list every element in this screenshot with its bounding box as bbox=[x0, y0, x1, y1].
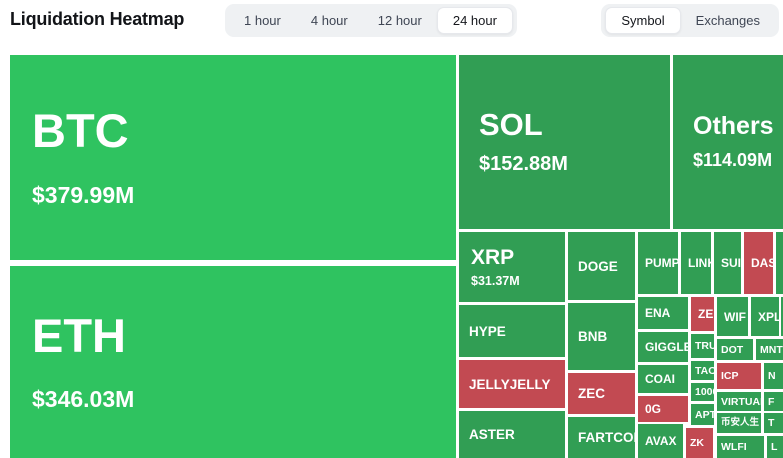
treemap-tile-ena[interactable]: ENA bbox=[638, 297, 688, 329]
treemap-tile-btc[interactable]: BTC $379.99M bbox=[10, 55, 456, 260]
mode-tab-symbol[interactable]: Symbol bbox=[605, 7, 680, 34]
tile-symbol: GIGGLE bbox=[645, 340, 688, 354]
header: Liquidation Heatmap 1 hour4 hour12 hour2… bbox=[0, 0, 783, 46]
treemap-tile-sui[interactable]: SUI bbox=[714, 232, 741, 294]
tile-symbol: BTC bbox=[32, 106, 129, 155]
treemap-tile-wlfi[interactable]: WLFI bbox=[717, 436, 764, 458]
time-tab-24-hour[interactable]: 24 hour bbox=[437, 7, 513, 34]
time-tab-4-hour[interactable]: 4 hour bbox=[296, 7, 363, 34]
tile-symbol: L bbox=[771, 441, 777, 453]
treemap-tile-eth[interactable]: ETH $346.03M bbox=[10, 266, 456, 458]
treemap-tile-1000pepe[interactable]: 1000PEPE bbox=[691, 383, 714, 401]
tile-symbol: APT bbox=[695, 409, 714, 421]
tile-symbol: VIRTUAL bbox=[721, 396, 761, 408]
tile-symbol: 币安人生 bbox=[721, 418, 759, 428]
tile-symbol: ZEC bbox=[578, 386, 605, 401]
tile-symbol: AVAX bbox=[645, 434, 677, 448]
treemap-tile-apt[interactable]: APT bbox=[691, 404, 714, 425]
tile-value: $346.03M bbox=[32, 386, 134, 413]
tile-symbol: XPL bbox=[758, 310, 779, 324]
tile-symbol: COAI bbox=[645, 372, 675, 386]
tile-symbol: SUI bbox=[721, 256, 741, 270]
tile-symbol: JELLYJELLY bbox=[469, 377, 551, 392]
treemap-tile-0g[interactable]: 0G bbox=[638, 396, 688, 422]
tile-symbol: LINK bbox=[688, 256, 711, 270]
time-tab-1-hour[interactable]: 1 hour bbox=[229, 7, 296, 34]
treemap-tile-pump[interactable]: PUMP bbox=[638, 232, 678, 294]
treemap-tile-coai[interactable]: COAI bbox=[638, 365, 688, 393]
tile-symbol: TAO bbox=[695, 365, 714, 377]
treemap-tile-zec[interactable]: ZEC bbox=[568, 373, 635, 414]
tile-symbol: MNT bbox=[760, 344, 783, 356]
tile-symbol: WIF bbox=[724, 310, 746, 324]
treemap-tile-hype[interactable]: HYPE bbox=[459, 305, 565, 357]
page-title: Liquidation Heatmap bbox=[10, 9, 184, 30]
tile-symbol: Others bbox=[693, 113, 774, 141]
treemap-tile-virtual[interactable]: VIRTUAL bbox=[717, 392, 761, 411]
time-tab-12-hour[interactable]: 12 hour bbox=[363, 7, 437, 34]
treemap-tile-fartcoin[interactable]: FARTCOIN bbox=[568, 417, 635, 458]
treemap-tile-icp[interactable]: ICP bbox=[717, 363, 761, 389]
tile-symbol: PUMP bbox=[645, 256, 678, 270]
tile-symbol: T bbox=[768, 417, 774, 429]
tile-symbol: N bbox=[768, 370, 776, 382]
tile-symbol: 1000PEPE bbox=[695, 386, 714, 398]
treemap-tile-doge[interactable]: DOGE bbox=[568, 232, 635, 300]
tile-symbol: ZEN bbox=[698, 307, 714, 321]
tile-symbol: F bbox=[768, 396, 774, 408]
treemap-tile-t[interactable]: T bbox=[764, 413, 783, 433]
tile-symbol: XRP bbox=[471, 246, 514, 269]
treemap-tile-unlabeled-16[interactable] bbox=[776, 232, 783, 294]
treemap-tile-others[interactable]: Others $114.09M bbox=[673, 55, 783, 229]
treemap-tile-f[interactable]: F bbox=[764, 392, 783, 411]
treemap-tile-trump[interactable]: TRUMP bbox=[691, 334, 714, 358]
treemap-tile-zk[interactable]: ZK bbox=[686, 428, 713, 458]
treemap-tile-xrp[interactable]: XRP $31.37M bbox=[459, 232, 565, 302]
treemap-tile-zen[interactable]: ZEN bbox=[691, 297, 714, 331]
tile-symbol: SOL bbox=[479, 108, 543, 142]
tile-value: $379.99M bbox=[32, 182, 134, 209]
treemap-tile-l[interactable]: L bbox=[767, 436, 783, 458]
treemap-tile-xpl[interactable]: XPL bbox=[751, 297, 779, 336]
mode-tab-exchanges[interactable]: Exchanges bbox=[681, 7, 775, 34]
tile-symbol: ICP bbox=[721, 370, 739, 382]
tile-symbol: HYPE bbox=[469, 324, 506, 339]
treemap-tile-giggle[interactable]: GIGGLE bbox=[638, 332, 688, 362]
treemap-tile-jellyjelly[interactable]: JELLYJELLY bbox=[459, 360, 565, 408]
treemap-tile-dot[interactable]: DOT bbox=[717, 339, 753, 360]
time-range-tabs: 1 hour4 hour12 hour24 hour bbox=[225, 4, 517, 37]
treemap-tile-tao[interactable]: TAO bbox=[691, 361, 714, 380]
tile-symbol: ZK bbox=[690, 437, 704, 449]
treemap-tile-wif[interactable]: WIF bbox=[717, 297, 748, 336]
treemap-tile-link[interactable]: LINK bbox=[681, 232, 711, 294]
treemap-tile-dash[interactable]: DASH bbox=[744, 232, 773, 294]
treemap-tile-aster[interactable]: ASTER bbox=[459, 411, 565, 458]
treemap-tile-sol[interactable]: SOL $152.88M bbox=[459, 55, 670, 229]
mode-tabs: SymbolExchanges bbox=[601, 4, 779, 37]
tile-symbol: ENA bbox=[645, 306, 670, 320]
tile-value: $152.88M bbox=[479, 153, 568, 176]
tile-symbol: DASH bbox=[751, 256, 773, 270]
tile-symbol: BNB bbox=[578, 329, 607, 344]
tile-symbol: DOGE bbox=[578, 259, 618, 274]
tile-symbol: ETH bbox=[32, 311, 126, 360]
treemap-tile-bnb[interactable]: BNB bbox=[568, 303, 635, 370]
treemap-tile-avax[interactable]: AVAX bbox=[638, 424, 683, 458]
tile-symbol: TRUMP bbox=[695, 340, 714, 352]
treemap-tile-n[interactable]: N bbox=[764, 363, 783, 389]
tile-value: $31.37M bbox=[471, 274, 520, 288]
treemap: BTC $379.99M ETH $346.03M SOL $152.88M Others $… bbox=[0, 0, 783, 458]
tile-symbol: 0G bbox=[645, 402, 661, 416]
tile-symbol: FARTCOIN bbox=[578, 430, 635, 445]
tile-value: $114.09M bbox=[693, 150, 772, 171]
treemap-tile-mnt[interactable]: MNT bbox=[756, 339, 783, 360]
tile-symbol: DOT bbox=[721, 344, 743, 356]
tile-symbol: WLFI bbox=[721, 441, 747, 453]
tile-symbol: ASTER bbox=[469, 427, 515, 442]
treemap-tile-unlabeled-35[interactable]: 币安人生 bbox=[717, 413, 761, 433]
